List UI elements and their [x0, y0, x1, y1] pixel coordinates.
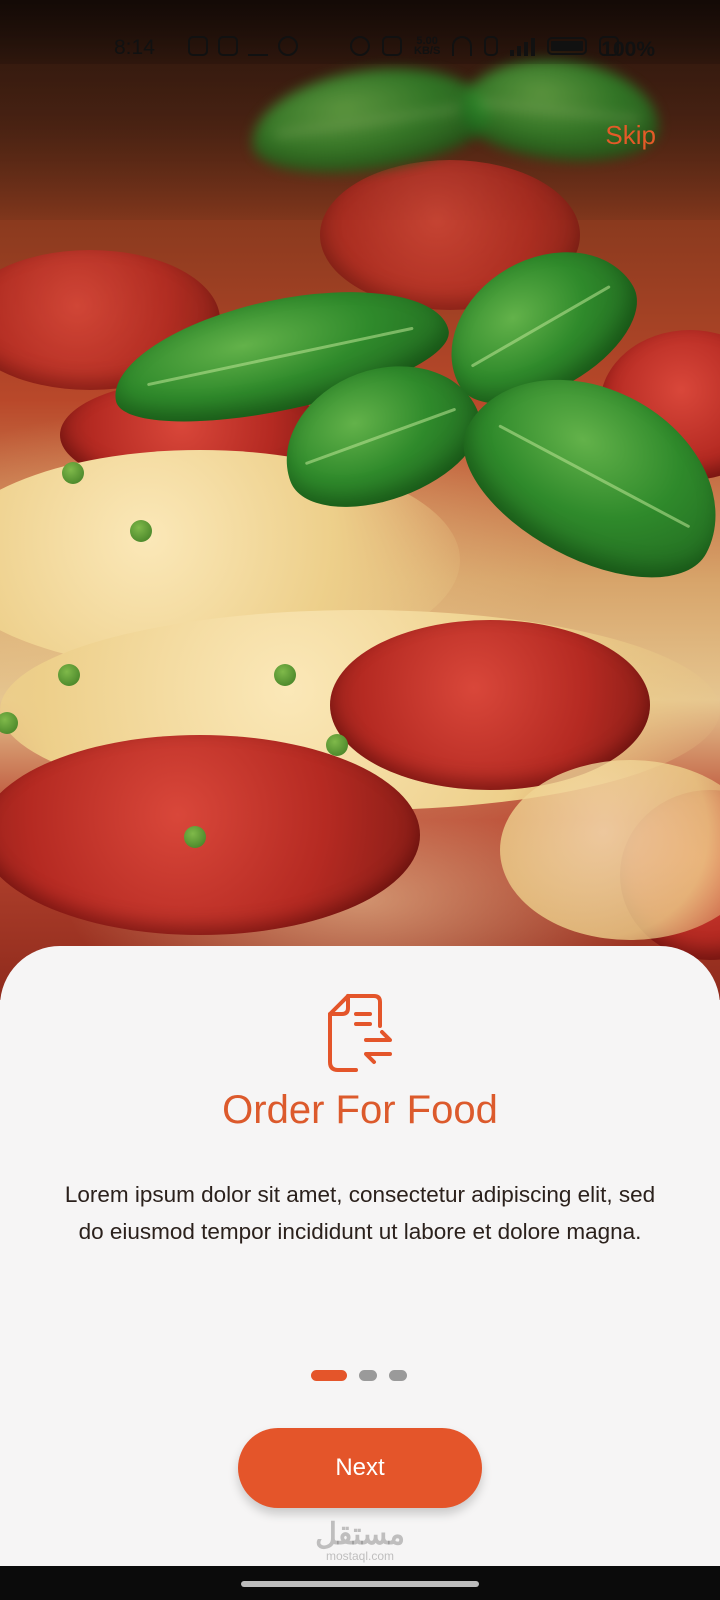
network-speed-unit: KB/S	[414, 45, 441, 57]
watermark-latin: mostaql.com	[325, 1549, 395, 1563]
next-button[interactable]: Next	[238, 1428, 482, 1508]
watermark: مستقل mostaql.com	[0, 1518, 720, 1563]
page-indicator	[311, 1370, 407, 1381]
network-speed: 5.00 KB/S	[414, 36, 441, 57]
watermark-arabic: مستقل	[315, 1518, 405, 1551]
onboarding-screen: 8:14 5.00 KB/S 100% Skip Order For Food …	[0, 0, 720, 1600]
alarm-icon	[350, 36, 370, 56]
activity-icon	[248, 36, 268, 56]
page-dot	[359, 1370, 377, 1381]
gesture-handle[interactable]	[241, 1581, 479, 1587]
herb-speck	[130, 520, 152, 542]
navigation-bar	[0, 1566, 720, 1600]
onboarding-card: Order For Food Lorem ipsum dolor sit ame…	[0, 946, 720, 1566]
skip-button[interactable]: Skip	[605, 120, 656, 151]
battery-icon	[547, 37, 588, 55]
herb-speck	[326, 734, 348, 756]
onboarding-description: Lorem ipsum dolor sit amet, consectetur …	[64, 1182, 656, 1244]
vibrate-icon	[382, 36, 402, 56]
page-dot	[389, 1370, 407, 1381]
instagram-icon	[218, 36, 238, 56]
cell-signal-icon	[510, 36, 536, 56]
instagram-icon	[188, 36, 208, 56]
system-status-icons: 5.00 KB/S 100%	[350, 36, 655, 61]
herb-speck	[62, 462, 84, 484]
pepperoni-slice	[0, 735, 420, 935]
status-time: 8:14	[114, 36, 155, 59]
herb-speck	[274, 664, 296, 686]
page-dot-active	[311, 1370, 347, 1381]
herb-speck	[184, 826, 206, 848]
lte-icon	[484, 36, 499, 56]
wifi-icon	[452, 36, 473, 56]
onboarding-title: Order For Food	[222, 1088, 498, 1132]
battery-percentage: 100%	[599, 36, 655, 61]
messenger-icon	[278, 36, 298, 56]
notification-icons	[188, 36, 298, 56]
order-document-transfer-icon	[328, 994, 392, 1072]
status-bar: 8:14 5.00 KB/S 100%	[0, 0, 720, 64]
herb-speck	[58, 664, 80, 686]
